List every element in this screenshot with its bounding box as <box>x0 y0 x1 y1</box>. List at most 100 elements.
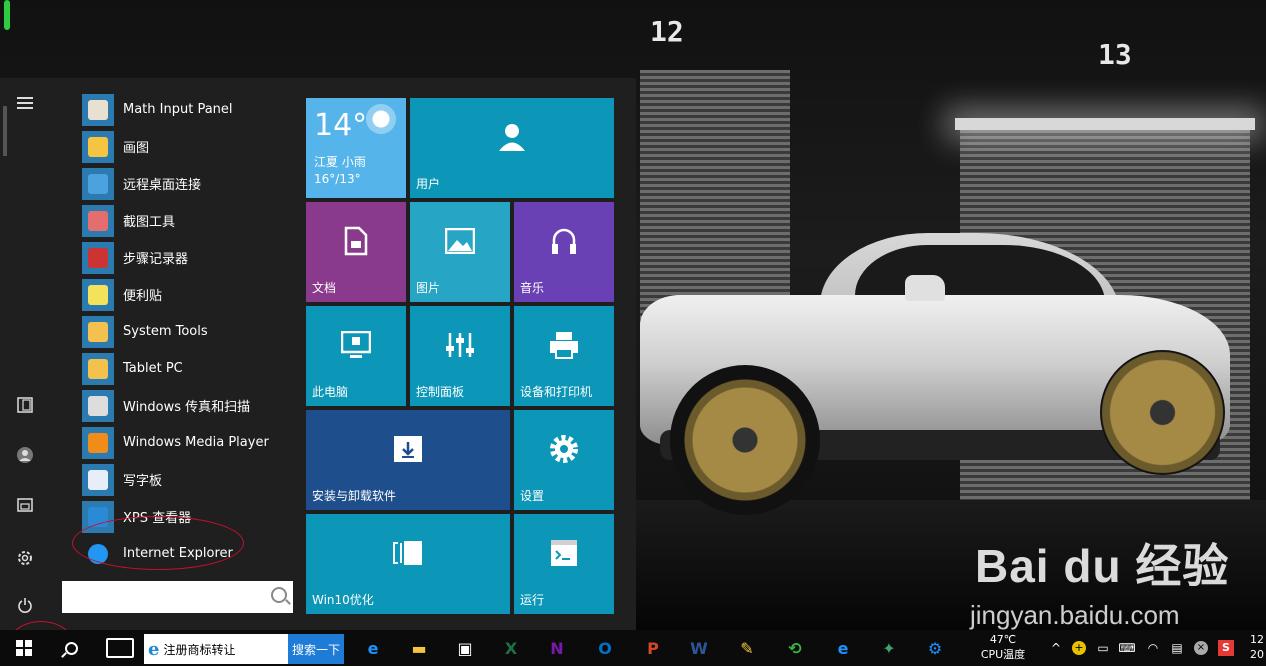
search-icon <box>64 641 78 655</box>
optimize-icon <box>392 540 424 572</box>
garage-number-12: 12 <box>650 15 684 48</box>
chevron-up-icon[interactable]: ^ <box>1048 630 1064 666</box>
start-rail <box>0 78 50 630</box>
headphones-icon <box>550 227 578 261</box>
taskbar: e 注册商标转让 搜索一下 e ▬ ▣ X N O P W ✎ ⟲ e ✦ ⚙ … <box>0 630 1266 666</box>
app-remote-desktop[interactable]: 远程桌面连接 <box>82 165 292 202</box>
document-icon <box>344 226 368 262</box>
tile-users[interactable]: 用户 <box>410 98 614 198</box>
start-search-box[interactable] <box>62 581 293 613</box>
math-input-icon <box>82 93 114 126</box>
sandbox-icon[interactable]: ✦ <box>874 634 904 662</box>
app-math-input-panel[interactable]: Math Input Panel <box>82 91 292 128</box>
sogou-ime-icon[interactable]: S <box>1216 630 1236 666</box>
weather-range: 16°/13° <box>314 172 361 186</box>
keyboard-icon[interactable]: ⌨ <box>1118 630 1136 666</box>
tile-this-pc[interactable]: 此电脑 <box>306 306 406 406</box>
tablet-icon[interactable] <box>10 390 40 420</box>
app-list: Math Input Panel 画图 远程桌面连接 截图工具 步骤记录器 便利… <box>82 91 292 571</box>
windows-logo-icon <box>16 640 32 656</box>
car-image <box>640 225 1266 515</box>
tile-control-panel[interactable]: 控制面板 <box>410 306 510 406</box>
outlook-icon[interactable]: O <box>590 634 620 662</box>
tile-label: Win10优化 <box>312 593 374 607</box>
sun-icon <box>366 104 396 134</box>
app-media-player[interactable]: Windows Media Player <box>82 424 292 461</box>
paint-icon <box>82 130 114 163</box>
picture-icon <box>444 227 476 260</box>
tile-install-uninstall[interactable]: 安装与卸载软件 <box>306 410 510 510</box>
start-button[interactable] <box>0 630 48 666</box>
internet-explorer-icon[interactable]: e <box>828 634 858 662</box>
cpu-temperature[interactable]: 47℃ CPU温度 <box>972 632 1034 662</box>
cpu-temp-label: CPU温度 <box>980 648 1026 661</box>
battery-icon[interactable]: ▭ <box>1094 630 1112 666</box>
progress-indicator <box>4 0 10 30</box>
taskbar-search-button[interactable] <box>56 630 86 666</box>
cpu-temp-value: 47℃ <box>989 633 1017 646</box>
tile-devices-printers[interactable]: 设备和打印机 <box>514 306 614 406</box>
tile-label: 音乐 <box>520 281 545 295</box>
scrollbar[interactable] <box>3 106 7 156</box>
wifi-icon[interactable]: ◠ <box>1144 630 1162 666</box>
start-search-input[interactable] <box>62 581 262 613</box>
green-app-icon[interactable]: ⟲ <box>780 634 810 662</box>
gear-icon[interactable] <box>10 543 40 573</box>
paint-icon[interactable]: ✎ <box>732 634 762 662</box>
tile-win10-optimize[interactable]: Win10优化 <box>306 514 510 614</box>
powerpoint-icon[interactable]: P <box>638 634 668 662</box>
notification-icon[interactable]: ▤ <box>1168 630 1186 666</box>
onenote-icon[interactable]: N <box>542 634 572 662</box>
tile-settings[interactable]: 设置 <box>514 410 614 510</box>
power-icon[interactable] <box>10 590 40 620</box>
tile-pictures[interactable]: 图片 <box>410 202 510 302</box>
fax-scan-icon <box>82 389 114 422</box>
excel-icon[interactable]: X <box>496 634 526 662</box>
close-circle-icon[interactable]: × <box>1192 630 1210 666</box>
app-paint[interactable]: 画图 <box>82 128 292 165</box>
baidu-watermark-url: jingyan.baidu.com <box>970 600 1180 630</box>
user-icon[interactable] <box>10 440 40 470</box>
settings-app-icon[interactable]: ⚙ <box>920 634 950 662</box>
tile-weather[interactable]: 14° 江夏 小雨 16°/13° <box>306 98 406 198</box>
file-explorer-icon[interactable]: ▬ <box>404 634 434 662</box>
wordpad-icon <box>82 463 114 496</box>
car-wheel-front <box>670 365 820 515</box>
ie-icon: e <box>148 638 160 660</box>
clock[interactable]: 12 20 <box>1250 632 1264 662</box>
app-system-tools[interactable]: System Tools <box>82 313 292 350</box>
app-sticky-notes[interactable]: 便利贴 <box>82 276 292 313</box>
word-icon[interactable]: W <box>684 634 714 662</box>
plus-badge-icon[interactable]: + <box>1070 630 1088 666</box>
tile-label: 此电脑 <box>312 385 349 399</box>
tile-label: 文档 <box>312 281 337 295</box>
tile-documents[interactable]: 文档 <box>306 202 406 302</box>
media-player-icon <box>82 426 114 459</box>
app-snipping-tool[interactable]: 截图工具 <box>82 202 292 239</box>
app-wordpad[interactable]: 写字板 <box>82 461 292 498</box>
snipping-tool-icon <box>82 204 114 237</box>
task-view-icon[interactable] <box>106 638 134 658</box>
tile-music[interactable]: 音乐 <box>514 202 614 302</box>
garage-number-13: 13 <box>1098 38 1132 71</box>
user-icon <box>497 122 527 158</box>
folder-icon <box>82 352 114 385</box>
edge-icon[interactable]: e <box>358 634 388 662</box>
search-icon[interactable] <box>271 587 287 603</box>
annotation-circle-ie <box>72 516 244 570</box>
clock-time: 12 <box>1250 633 1264 646</box>
store-icon[interactable]: ▣ <box>450 634 480 662</box>
computer-icon <box>340 330 372 365</box>
folder-icon[interactable] <box>10 490 40 520</box>
app-fax-scan[interactable]: Windows 传真和扫描 <box>82 387 292 424</box>
tile-run[interactable]: 运行 <box>514 514 614 614</box>
ie-search-box[interactable]: e 注册商标转让 <box>144 634 288 664</box>
app-steps-recorder[interactable]: 步骤记录器 <box>82 239 292 276</box>
tile-label: 设置 <box>520 489 545 503</box>
hamburger-icon[interactable] <box>10 88 40 118</box>
search-go-button[interactable]: 搜索一下 <box>288 634 344 664</box>
weather-description: 江夏 小雨 <box>314 155 366 169</box>
tile-label: 图片 <box>416 281 441 295</box>
app-tablet-pc[interactable]: Tablet PC <box>82 350 292 387</box>
clock-date: 20 <box>1250 648 1264 661</box>
